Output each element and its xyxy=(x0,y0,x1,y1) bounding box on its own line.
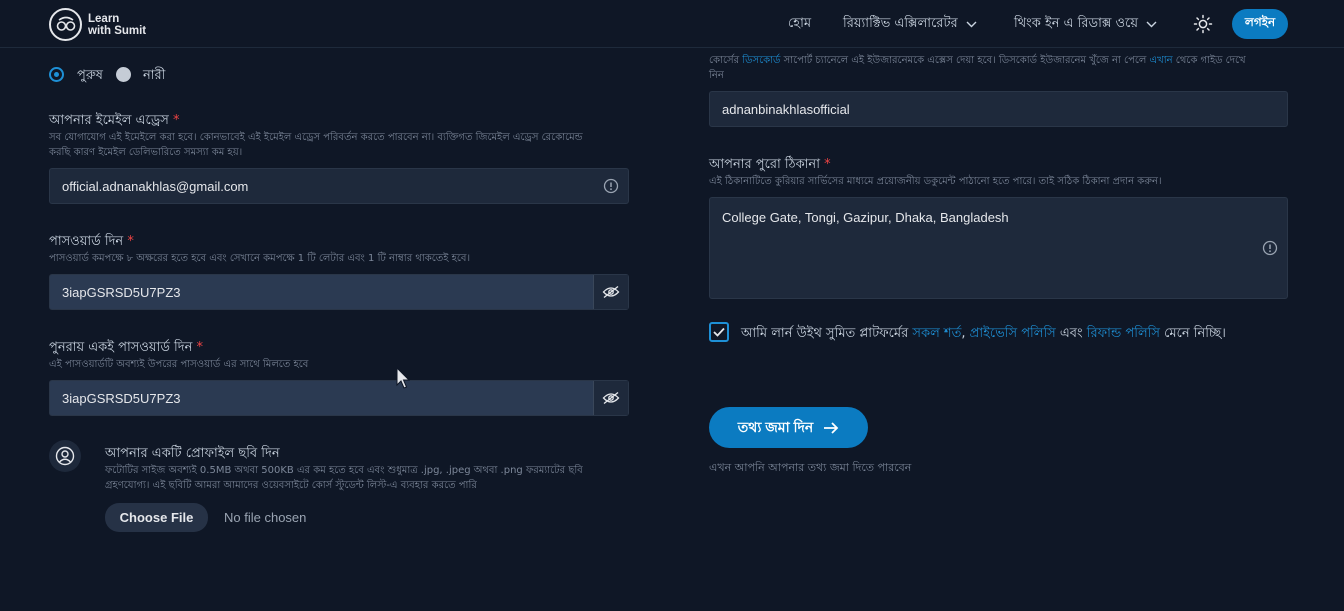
nav-think-label: থিংক ইন এ রিডাক্স ওয়ে xyxy=(1014,16,1138,31)
discord-username-field[interactable]: adnanbinakhlasofficial xyxy=(709,91,1288,127)
gender-radio-male[interactable] xyxy=(49,67,64,82)
logo-line1: Learn xyxy=(88,12,120,25)
gender-female-label: নারী xyxy=(143,68,166,83)
confirm-password-hint: এই পাসওয়ার্ডটি অবশ্যই উপরের পাসওয়ার্ড … xyxy=(49,359,309,370)
password-field[interactable]: 3iapGSRSD5U7PZ3 xyxy=(49,274,629,310)
logo-line2: with Sumit xyxy=(88,24,147,37)
nav-home-label: হোম xyxy=(788,16,812,31)
required-mark: * xyxy=(127,234,134,249)
email-hint: সব যোগাযোগ এই ইমেইলে করা হবে। কোনভাবেই এ… xyxy=(49,130,629,160)
radio-dot xyxy=(54,72,59,77)
discord-hint-part-c: থেকে গাইড দেখে xyxy=(1175,55,1246,66)
terms-sep: , xyxy=(961,326,966,341)
chevron-down-icon xyxy=(1146,21,1157,28)
logo-icon xyxy=(49,8,82,41)
confirm-password-label: পুনরায় একই পাসওয়ার্ড দিন * xyxy=(49,338,203,359)
discord-hint-part-b: সাপোর্ট চ্যানেলে এই ইউজারনেমকে এক্সেস দে… xyxy=(783,55,1147,66)
terms-conditions-link[interactable]: সকল শর্ত xyxy=(912,326,961,341)
gender-male-label: পুরুষ xyxy=(77,68,103,83)
address-hint: এই ঠিকানাটিতে কুরিয়ার সার্ভিসের মাধ্যমে… xyxy=(709,176,1162,187)
address-textarea[interactable]: College Gate, Tongi, Gazipur, Dhaka, Ban… xyxy=(709,197,1288,299)
discord-hint-line2: নিন xyxy=(709,70,724,81)
profile-photo-hint: ফটোটির সাইজ অবশ্যই 0.5MB অথবা 500KB এর ক… xyxy=(105,463,625,493)
submit-button[interactable]: তথ্য জমা দিন xyxy=(709,407,868,448)
email-value: official.adnanakhlas@gmail.com xyxy=(62,178,249,194)
password-value: 3iapGSRSD5U7PZ3 xyxy=(62,284,181,300)
terms-suffix: মেনে নিচ্ছি। xyxy=(1164,326,1226,341)
email-label: আপনার ইমেইল এড্রেস * xyxy=(49,111,179,132)
address-label: আপনার পুরো ঠিকানা * xyxy=(709,155,831,176)
submit-label: তথ্য জমা দিন xyxy=(737,418,814,435)
info-icon xyxy=(1262,240,1278,256)
checkmark-icon xyxy=(713,327,725,337)
address-value: College Gate, Tongi, Gazipur, Dhaka, Ban… xyxy=(722,210,1009,225)
confirm-password-value: 3iapGSRSD5U7PZ3 xyxy=(62,390,181,406)
theme-toggle-sun-icon[interactable] xyxy=(1193,14,1213,38)
privacy-policy-link[interactable]: প্রাইভেসি পলিসি xyxy=(970,326,1056,341)
discord-hint: কোর্সের ডিসকোর্ড সাপোর্ট চ্যানেলে এই ইউজ… xyxy=(709,53,1289,83)
required-mark: * xyxy=(824,157,831,172)
nav-home[interactable]: হোম xyxy=(788,14,811,35)
required-mark: * xyxy=(196,340,204,355)
confirm-password-field[interactable]: 3iapGSRSD5U7PZ3 xyxy=(49,380,629,416)
profile-hint-line2: গ্রহণযোগ্য। এই ছবিটি আমরা আমাদের ওয়েবসা… xyxy=(105,480,477,491)
email-label-text: আপনার ইমেইল এড্রেস xyxy=(49,113,169,128)
discord-username-value: adnanbinakhlasofficial xyxy=(722,101,850,117)
email-hint-line1: সব যোগাযোগ এই ইমেইলে করা হবে। কোনভাবেই এ… xyxy=(49,132,583,143)
toggle-password-visibility[interactable] xyxy=(593,275,628,309)
toggle-confirm-password-visibility[interactable] xyxy=(593,381,628,415)
profile-hint-line1: ফটোটির সাইজ অবশ্যই 0.5MB অথবা 500KB এর ক… xyxy=(105,465,583,476)
no-file-chosen-text: No file chosen xyxy=(224,510,307,525)
nav-react-accelerator[interactable]: রিয়্যাক্টিভ এক্সিলারেটর xyxy=(843,14,977,35)
choose-file-button[interactable]: Choose File xyxy=(105,503,208,532)
address-label-text: আপনার পুরো ঠিকানা xyxy=(709,157,820,172)
profile-photo-title: আপনার একটি প্রোফাইল ছবি দিন xyxy=(105,446,280,461)
arrow-right-icon xyxy=(824,421,839,434)
mouse-cursor-icon xyxy=(396,367,410,389)
terms-mid: এবং xyxy=(1059,326,1083,341)
user-circle-icon xyxy=(55,446,75,466)
profile-avatar-placeholder xyxy=(49,440,81,472)
gender-radio-female[interactable] xyxy=(116,67,131,82)
top-navbar: Learn with Sumit হোম রিয়্যাক্টিভ এক্সিল… xyxy=(0,0,1344,48)
password-label: পাসওয়ার্ড দিন * xyxy=(49,232,134,253)
terms-prefix: আমি লার্ন উইথ সুমিত প্লাটফর্মের xyxy=(741,326,909,341)
nav-react-label: রিয়্যাক্টিভ এক্সিলারেটর xyxy=(843,16,958,31)
password-label-text: পাসওয়ার্ড দিন xyxy=(49,234,124,249)
login-button[interactable]: লগইন xyxy=(1232,9,1288,39)
logo-text: Learn with Sumit xyxy=(88,13,146,37)
discord-hint-line1: কোর্সের ডিসকোর্ড সাপোর্ট চ্যানেলে এই ইউজ… xyxy=(709,53,1289,68)
nav-think-redux[interactable]: থিংক ইন এ রিডাক্স ওয়ে xyxy=(1014,14,1157,35)
discord-hint-part-a: কোর্সের xyxy=(709,55,740,66)
eye-slash-icon xyxy=(602,391,620,405)
discord-guide-link[interactable]: এখান xyxy=(1150,55,1173,66)
info-icon xyxy=(603,178,619,194)
email-field[interactable]: official.adnanakhlas@gmail.com xyxy=(49,168,629,204)
eye-slash-icon xyxy=(602,285,620,299)
discord-link[interactable]: ডিসকোর্ড xyxy=(742,55,780,66)
submit-note: এখন আপনি আপনার তথ্য জমা দিতে পারবেন xyxy=(709,461,912,474)
chevron-down-icon xyxy=(966,21,977,28)
terms-text: আমি লার্ন উইথ সুমিত প্লাটফর্মের সকল শর্ত… xyxy=(741,324,1226,345)
refund-policy-link[interactable]: রিফান্ড পলিসি xyxy=(1087,326,1160,341)
email-hint-line2: করছি কারণ ইমেইল ডেলিভারিতে সমস্যা কম হয়… xyxy=(49,147,243,158)
site-logo[interactable]: Learn with Sumit xyxy=(49,8,146,41)
password-hint: পাসওয়ার্ড কমপক্ষে ৮ অক্ষরের হতে হবে এবং… xyxy=(49,253,471,264)
confirm-password-label-text: পুনরায় একই পাসওয়ার্ড দিন xyxy=(49,340,193,355)
required-mark: * xyxy=(172,113,180,128)
terms-checkbox[interactable] xyxy=(709,322,729,342)
